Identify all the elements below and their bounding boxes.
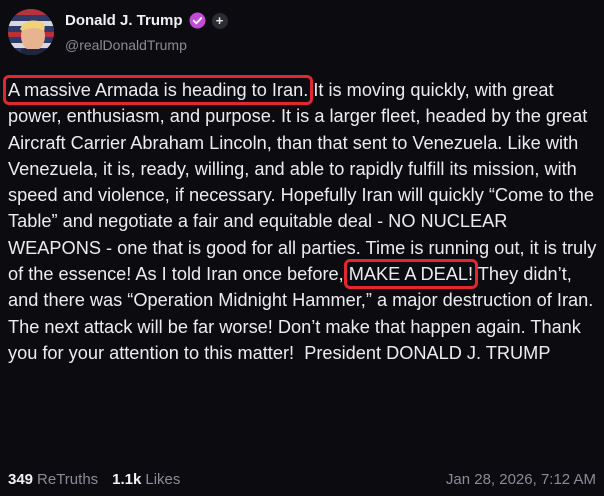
retruths-count[interactable]: 349: [8, 471, 33, 488]
post-timestamp[interactable]: Jan 28, 2026, 7:12 AM: [446, 471, 596, 488]
author-name[interactable]: Donald J. Trump: [65, 12, 183, 29]
highlighted-phrase-armada: A massive Armada is heading to Iran.: [2, 75, 314, 105]
post-footer: 349 ReTruths 1.1k Likes Jan 28, 2026, 7:…: [8, 471, 596, 488]
likes-label[interactable]: Likes: [145, 471, 180, 488]
retruths-label[interactable]: ReTruths: [37, 471, 98, 488]
verified-badge-icon: [188, 12, 206, 29]
author-row: Donald J. Trump +: [65, 12, 228, 29]
post-body: A massive Armada is heading to Iran. It …: [2, 75, 602, 366]
profile-photo-icon: [8, 9, 54, 55]
post-text-part-1: It is moving quickly, with great power, …: [8, 80, 602, 285]
truth-post: Donald J. Trump + @realDonaldTrump A mas…: [0, 0, 604, 496]
author-handle[interactable]: @realDonaldTrump: [65, 37, 187, 53]
highlighted-phrase-make-a-deal: MAKE A DEAL!: [343, 259, 479, 290]
likes-count[interactable]: 1.1k: [112, 471, 141, 488]
avatar[interactable]: [8, 9, 54, 55]
follow-plus-icon[interactable]: +: [211, 12, 228, 29]
